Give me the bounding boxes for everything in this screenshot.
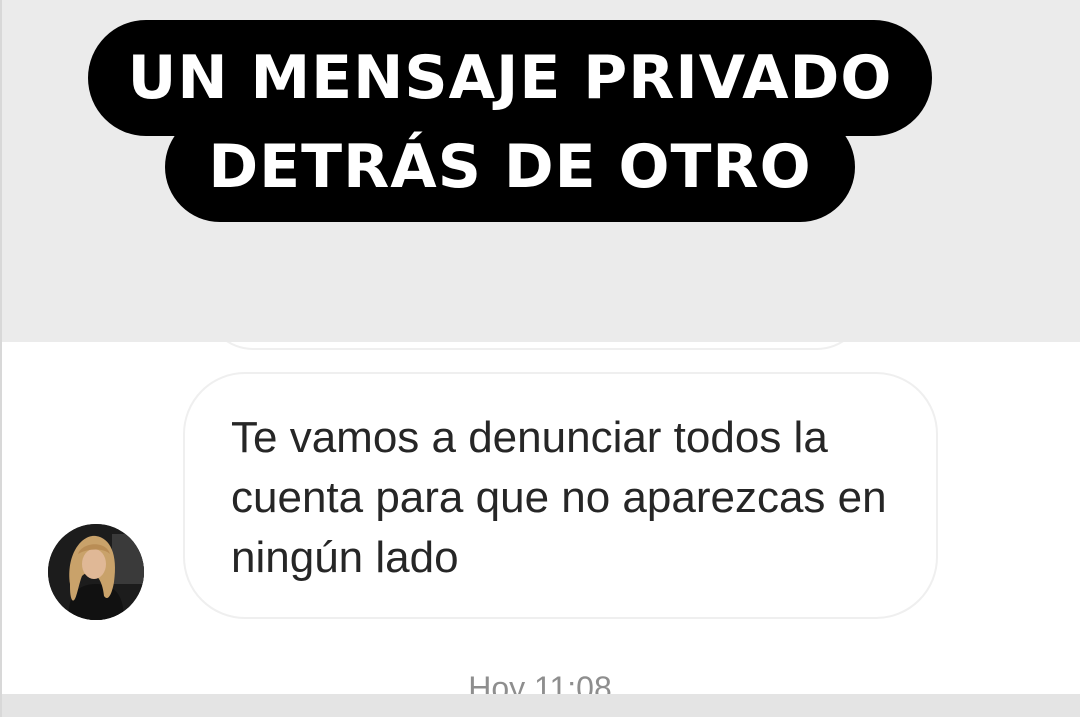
bottom-bar	[0, 694, 1080, 717]
message-timestamp: Hoy 11:08	[468, 670, 612, 696]
message-bubble[interactable]: Te vamos a denunciar todos la cuenta par…	[183, 372, 938, 619]
avatar[interactable]	[48, 524, 144, 620]
left-edge-divider	[0, 0, 2, 717]
caption-line-1-text: UN MENSAJE PRIVADO	[127, 43, 893, 113]
message-text: Te vamos a denunciar todos la cuenta par…	[231, 413, 887, 582]
caption-line-2-text: DETRÁS DE OTRO	[208, 132, 812, 202]
caption-pill-line-2: DETRÁS DE OTRO	[165, 112, 855, 222]
avatar-photo-icon	[48, 524, 144, 620]
chat-screen: UN MENSAJE PRIVADO DETRÁS DE OTRO Te vam…	[0, 0, 1080, 717]
